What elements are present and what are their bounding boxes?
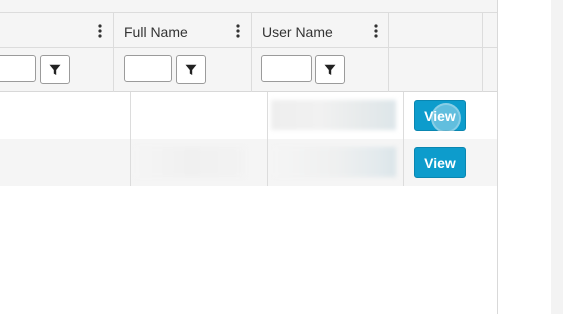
column-header-previous (0, 12, 114, 92)
column-title-full-name: Full Name (124, 24, 188, 40)
funnel-filter-icon (49, 64, 61, 75)
filter-button-previous[interactable] (40, 55, 70, 84)
filter-input-full-name[interactable] (124, 55, 172, 82)
grid-header: Full Name User Name (0, 0, 497, 92)
view-button[interactable]: View (414, 147, 466, 178)
funnel-filter-icon (185, 64, 197, 75)
filter-button-user-name[interactable] (315, 55, 345, 84)
redacted-user-name (274, 147, 396, 177)
cell-actions: View (404, 92, 497, 139)
filter-input-user-name[interactable] (261, 55, 312, 82)
redacted-full-name (135, 147, 245, 177)
app-stage: Full Name User Name View View (0, 0, 563, 314)
cell-full-name (131, 92, 268, 139)
view-button-label: View (424, 107, 456, 124)
column-menu-icon[interactable] (369, 22, 383, 40)
table-row: View (0, 139, 497, 186)
view-button[interactable]: View (414, 100, 466, 133)
cell-user-name (268, 139, 404, 186)
cell-previous (0, 92, 131, 139)
column-header-actions (389, 12, 483, 92)
column-header-full-name[interactable]: Full Name (114, 12, 252, 92)
cell-full-name (131, 139, 268, 186)
cell-actions: View (404, 139, 497, 186)
users-data-grid: Full Name User Name View View (0, 0, 497, 187)
column-title-user-name: User Name (262, 24, 333, 40)
filter-button-full-name[interactable] (176, 55, 206, 84)
column-menu-icon[interactable] (231, 22, 245, 40)
redacted-user-name (271, 100, 396, 130)
column-header-user-name[interactable]: User Name (252, 12, 389, 92)
table-row: View (0, 92, 497, 139)
filter-input-previous[interactable] (0, 55, 36, 82)
cell-previous (0, 139, 131, 186)
view-button-label: View (424, 154, 456, 171)
cell-user-name (268, 92, 404, 139)
funnel-filter-icon (324, 64, 336, 75)
column-menu-icon[interactable] (93, 22, 107, 40)
right-panel-gutter (497, 0, 563, 314)
right-edge-shade (551, 0, 563, 314)
